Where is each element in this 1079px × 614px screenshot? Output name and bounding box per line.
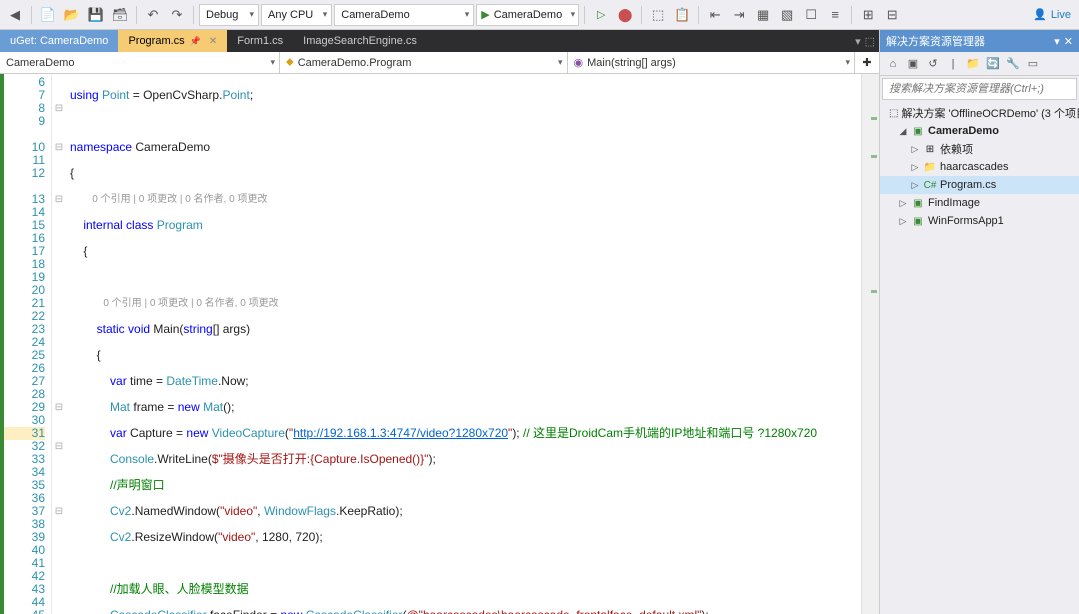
show-all-icon[interactable]: 📁 [964, 55, 982, 73]
startup-project-label: CameraDemo [341, 9, 409, 21]
tab-program[interactable]: Program.cs📌✕ [118, 30, 227, 52]
redo-icon[interactable]: ↷ [166, 4, 188, 26]
platform-label: Any CPU [268, 9, 313, 21]
solution-explorer-panel: 解决方案资源管理器 ▾ ✕ ⌂ ▣ ↺ | 📁 🔄 🔧 ▭ ⬚解决方案 'Off… [879, 30, 1079, 614]
uncomment-icon[interactable]: ▧ [776, 4, 798, 26]
extra1-icon[interactable]: ⊞ [857, 4, 879, 26]
code-content[interactable]: using Point = OpenCvSharp.Point; namespa… [66, 74, 861, 614]
save-icon[interactable]: 💾 [85, 4, 107, 26]
solution-search[interactable] [882, 78, 1077, 100]
indent-more-icon[interactable]: ⇥ [728, 4, 750, 26]
method-icon: ◉ [574, 56, 584, 69]
new-item-icon[interactable]: 📄 [37, 4, 59, 26]
tree-solution[interactable]: ⬚解决方案 'OfflineOCRDemo' (3 个项目, [880, 104, 1079, 122]
find-files-icon[interactable]: 📋 [671, 4, 693, 26]
save-all-icon[interactable]: 🗃 [109, 4, 131, 26]
class-icon: ⬥ [286, 56, 294, 69]
bookmark-icon[interactable]: ☐ [800, 4, 822, 26]
indent-less-icon[interactable]: ⇤ [704, 4, 726, 26]
main-toolbar: ◀ 📄 📂 💾 🗃 ↶ ↷ Debug Any CPU CameraDemo ▶… [0, 0, 1079, 30]
open-icon[interactable]: 📂 [61, 4, 83, 26]
tab-nuget[interactable]: uGet: CameraDemo [0, 30, 118, 52]
collapse-icon[interactable]: ▣ [904, 55, 922, 73]
document-tabs: uGet: CameraDemo Program.cs📌✕ Form1.cs I… [0, 30, 879, 52]
start-debug-button[interactable]: ▶ CameraDemo [476, 4, 579, 26]
nav-scope-label: CameraDemo [6, 57, 74, 69]
pin-icon[interactable]: 📌 [190, 36, 201, 47]
platform-dropdown[interactable]: Any CPU [261, 4, 332, 26]
tree-file-program[interactable]: ▷C#Program.cs [880, 176, 1079, 194]
close-icon[interactable]: ✕ [209, 36, 217, 47]
solution-search-input[interactable] [883, 79, 1076, 99]
sync-icon[interactable]: ↺ [924, 55, 942, 73]
preview-icon[interactable]: ▭ [1024, 55, 1042, 73]
nav-class-label: CameraDemo.Program [298, 57, 412, 69]
live-share-button[interactable]: 👤 Live [1033, 8, 1075, 21]
step-icon[interactable]: ⬚ [647, 4, 669, 26]
play-icon: ▶ [481, 8, 489, 21]
live-share-label: Live [1051, 9, 1071, 21]
tab-form1[interactable]: Form1.cs [227, 30, 293, 52]
startup-project-dropdown[interactable]: CameraDemo [334, 4, 474, 26]
home-icon[interactable]: ⌂ [884, 55, 902, 73]
nav-method-label: Main(string[] args) [587, 57, 676, 69]
tree-project-winformsapp1[interactable]: ▷▣WinFormsApp1 [880, 212, 1079, 230]
refresh-icon[interactable]: 🔄 [984, 55, 1002, 73]
solution-tree: ⬚解决方案 'OfflineOCRDemo' (3 个项目, ◢▣CameraD… [880, 102, 1079, 614]
nav-scope-dropdown[interactable]: CameraDemo [0, 52, 280, 73]
code-navbar: CameraDemo ⬥ CameraDemo.Program ◉Main(str… [0, 52, 879, 74]
code-editor[interactable]: 6789 101112 1314151617181920212223242526… [0, 74, 879, 614]
start-nodebug-icon[interactable]: ▷ [590, 4, 612, 26]
line-gutter: 6789 101112 1314151617181920212223242526… [4, 74, 52, 614]
nav-add-button[interactable]: ✚ [855, 52, 879, 73]
panel-menu-icon[interactable]: ▾ [1054, 35, 1060, 48]
nav-method-dropdown[interactable]: ◉Main(string[] args) [568, 52, 856, 73]
tree-project-camerademo[interactable]: ◢▣CameraDemo [880, 122, 1079, 140]
hot-reload-icon[interactable]: ⬤ [614, 4, 636, 26]
solution-explorer-title: 解决方案资源管理器 [886, 33, 985, 49]
nav-class-dropdown[interactable]: ⬥ CameraDemo.Program [280, 52, 568, 73]
live-share-icon: 👤 [1033, 8, 1047, 21]
undo-icon[interactable]: ↶ [142, 4, 164, 26]
config-label: Debug [206, 9, 238, 21]
format-icon[interactable]: ≡ [824, 4, 846, 26]
properties-icon[interactable]: 🔧 [1004, 55, 1022, 73]
comment-icon[interactable]: ▦ [752, 4, 774, 26]
tab-overflow-icon[interactable]: ▾ [855, 35, 861, 48]
panel-close-icon[interactable]: ✕ [1064, 35, 1073, 48]
start-label: CameraDemo [494, 9, 562, 21]
tab-fullscreen-icon[interactable]: ⬚ [865, 35, 875, 48]
fold-column[interactable]: ⊟ ⊟ ⊟ ⊟ ⊟ ⊟ [52, 74, 66, 614]
tree-dependencies[interactable]: ▷⊞依赖项 [880, 140, 1079, 158]
config-dropdown[interactable]: Debug [199, 4, 259, 26]
extra2-icon[interactable]: ⊟ [881, 4, 903, 26]
overview-ruler[interactable] [861, 74, 879, 614]
solution-toolbar: ⌂ ▣ ↺ | 📁 🔄 🔧 ▭ [880, 52, 1079, 76]
tab-imagesearch[interactable]: ImageSearchEngine.cs [293, 30, 427, 52]
tree-folder-haarcascades[interactable]: ▷📁haarcascades [880, 158, 1079, 176]
solution-explorer-header: 解决方案资源管理器 ▾ ✕ [880, 30, 1079, 52]
nav-back-icon[interactable]: ◀ [4, 4, 26, 26]
tree-project-findimage[interactable]: ▷▣FindImage [880, 194, 1079, 212]
